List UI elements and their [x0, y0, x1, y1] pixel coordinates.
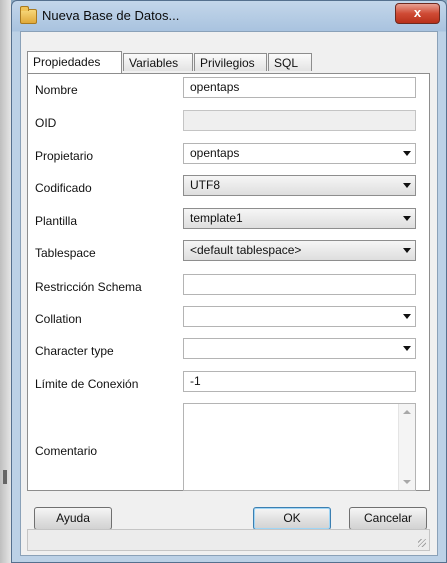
plantilla-value: template1 [190, 211, 243, 225]
cancel-button[interactable]: Cancelar [349, 507, 427, 530]
label-oid: OID [35, 116, 57, 130]
help-button[interactable]: Ayuda [34, 507, 112, 530]
title-bar[interactable]: Nueva Base de Datos... x [12, 1, 446, 31]
background-window-edge [0, 0, 11, 563]
tablespace-select[interactable]: <default tablespace> [183, 240, 416, 261]
label-comentario: Comentario [35, 444, 98, 458]
background-window-mark [3, 470, 7, 484]
comentario-textarea[interactable] [183, 403, 416, 491]
oid-input [183, 110, 416, 131]
label-codificado: Codificado [35, 181, 92, 195]
chevron-down-icon [403, 248, 411, 253]
tab-variables[interactable]: Variables [123, 53, 193, 71]
label-collation: Collation [35, 312, 82, 326]
tab-propiedades[interactable]: Propiedades [27, 51, 122, 73]
chevron-down-icon [403, 314, 411, 319]
properties-panel: Nombre opentaps OID Propietario opentaps… [27, 73, 430, 491]
comentario-scrollbar[interactable] [398, 404, 415, 490]
restriccion-schema-input[interactable] [183, 274, 416, 295]
collation-select[interactable] [183, 306, 416, 327]
scroll-up-arrow-icon[interactable] [403, 410, 411, 414]
plantilla-select[interactable]: template1 [183, 208, 416, 229]
dialog-body: Propiedades Variables Privilegios SQL No… [20, 31, 438, 556]
ok-button[interactable]: OK [253, 507, 331, 530]
label-propietario: Propietario [35, 149, 94, 163]
label-tablespace: Tablespace [35, 246, 96, 260]
propietario-select[interactable]: opentaps [183, 143, 416, 164]
limite-conexion-input[interactable]: -1 [183, 371, 416, 392]
label-limite-conexion: Límite de Conexión [35, 377, 139, 391]
database-icon [20, 6, 37, 24]
label-restriccion-schema: Restricción Schema [35, 280, 142, 294]
chevron-down-icon [403, 216, 411, 221]
label-nombre: Nombre [35, 83, 78, 97]
chevron-down-icon [403, 151, 411, 156]
chevron-down-icon [403, 346, 411, 351]
tab-sql[interactable]: SQL [268, 53, 312, 71]
scroll-down-arrow-icon[interactable] [403, 480, 411, 484]
nombre-input[interactable]: opentaps [183, 77, 416, 98]
tab-privilegios[interactable]: Privilegios [194, 53, 267, 71]
label-character-type: Character type [35, 344, 114, 358]
codificado-select[interactable]: UTF8 [183, 175, 416, 196]
status-bar [27, 529, 430, 551]
new-database-dialog: Nueva Base de Datos... x Propiedades Var… [11, 0, 447, 563]
close-button[interactable]: x [395, 3, 440, 24]
resize-grip-icon[interactable] [418, 539, 426, 547]
label-plantilla: Plantilla [35, 214, 78, 228]
chevron-down-icon [403, 183, 411, 188]
window-title: Nueva Base de Datos... [42, 8, 180, 23]
propietario-value: opentaps [190, 146, 240, 160]
codificado-value: UTF8 [190, 178, 220, 192]
tablespace-value: <default tablespace> [190, 243, 302, 257]
character-type-select[interactable] [183, 338, 416, 359]
